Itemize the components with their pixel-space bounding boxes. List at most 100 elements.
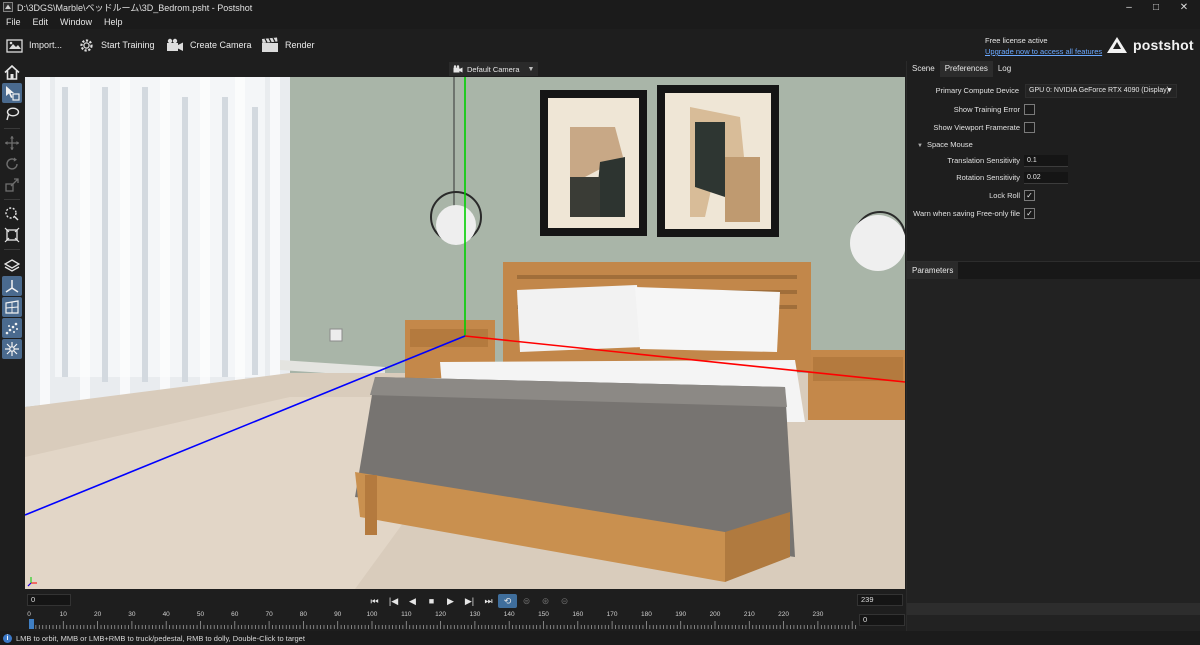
- lasso-tool[interactable]: [2, 104, 22, 124]
- warn-free-only-checkbox[interactable]: ✓: [1024, 208, 1035, 219]
- panel-scrollbar[interactable]: [907, 603, 1200, 615]
- tick-label: 90: [334, 611, 342, 618]
- tab-preferences[interactable]: Preferences: [939, 61, 993, 77]
- camera-path-button[interactable]: ⊛: [536, 594, 555, 608]
- axes-toggle[interactable]: [2, 276, 22, 296]
- tick-label: 140: [503, 611, 515, 618]
- primary-compute-value: GPU 0: NVIDIA GeForce RTX 4090 (Display): [1029, 87, 1169, 94]
- tick-label: 30: [128, 611, 136, 618]
- show-training-error-checkbox[interactable]: [1024, 104, 1035, 115]
- move-arrows-icon: [5, 136, 19, 150]
- camera-selector[interactable]: Default Camera ▼: [449, 62, 539, 76]
- rotate-tool[interactable]: [2, 154, 22, 174]
- timeline-ruler[interactable]: 0 10 20 30 40 50 60 70 80 90 100 110 120…: [27, 611, 859, 629]
- rotation-sensitivity-input[interactable]: 0.02: [1024, 172, 1068, 184]
- menu-edit[interactable]: Edit: [33, 17, 49, 27]
- main-toolbar: Import... Start Training Create Camera R…: [0, 29, 1200, 61]
- viewport-header: Default Camera ▼: [25, 61, 905, 77]
- translation-sensitivity-input[interactable]: 0.1: [1024, 155, 1068, 167]
- lock-roll-checkbox[interactable]: ✓: [1024, 190, 1035, 201]
- crop-box-tool[interactable]: [2, 225, 22, 245]
- next-frame-button[interactable]: ▶|: [460, 594, 479, 608]
- start-training-label: Start Training: [101, 40, 155, 50]
- play-reverse-button[interactable]: ◀: [403, 594, 422, 608]
- left-tool-strip: [0, 61, 25, 631]
- stop-button[interactable]: ■: [422, 594, 441, 608]
- scale-tool[interactable]: [2, 175, 22, 195]
- chevron-down-icon: ▼: [917, 143, 923, 149]
- tick-label: 180: [640, 611, 652, 618]
- lasso-icon: [6, 107, 20, 121]
- primary-compute-select[interactable]: GPU 0: NVIDIA GeForce RTX 4090 (Display)…: [1025, 84, 1177, 98]
- space-mouse-section[interactable]: ▼ Space Mouse: [907, 138, 1200, 152]
- play-button[interactable]: ▶: [441, 594, 460, 608]
- box-select-icon: [4, 227, 20, 243]
- import-label: Import...: [29, 40, 63, 50]
- home-icon: [4, 64, 20, 80]
- warn-free-only-row: Warn when saving Free-only file ✓: [907, 207, 1200, 221]
- camera-track-button[interactable]: ⊝: [555, 594, 574, 608]
- transport-controls: ⏮ |◀ ◀ ■ ▶ ▶| ⏭ ⟲ ⊜ ⊛ ⊝: [365, 594, 574, 608]
- end-frame-field[interactable]: 239: [857, 594, 903, 606]
- show-viewport-framerate-row: Show Viewport Framerate: [907, 121, 1200, 135]
- tick-label: 70: [265, 611, 273, 618]
- clapperboard-icon: [262, 37, 278, 52]
- 3d-viewport[interactable]: [25, 77, 905, 589]
- tab-log[interactable]: Log: [993, 61, 1016, 77]
- loop-toggle[interactable]: ⟲: [498, 594, 517, 608]
- minimize-button[interactable]: –: [1115, 0, 1143, 14]
- tick-label: 120: [435, 611, 447, 618]
- dotted-circle-select-icon: [5, 207, 19, 221]
- menu-file[interactable]: File: [6, 17, 21, 27]
- show-viewport-framerate-label: Show Viewport Framerate: [933, 123, 1020, 132]
- tick-label: 40: [162, 611, 170, 618]
- translation-sensitivity-row: Translation Sensitivity 0.1: [907, 154, 1200, 168]
- cursor-object-icon: [6, 86, 20, 101]
- close-button[interactable]: ✕: [1170, 0, 1198, 14]
- parameters-header: Parameters: [907, 261, 1200, 280]
- scale-icon: [5, 178, 19, 192]
- menu-help[interactable]: Help: [104, 17, 123, 27]
- timeline-playhead[interactable]: [29, 619, 34, 629]
- move-tool[interactable]: [2, 133, 22, 153]
- show-viewport-framerate-checkbox[interactable]: [1024, 122, 1035, 133]
- chevron-down-icon: ▼: [527, 65, 535, 73]
- upgrade-link[interactable]: Upgrade now to access all features: [985, 46, 1102, 57]
- create-camera-label: Create Camera: [190, 40, 252, 50]
- space-mouse-header: ▼ Space Mouse: [917, 138, 973, 153]
- tab-scene[interactable]: Scene: [907, 61, 940, 77]
- grid-toggle[interactable]: [2, 297, 22, 317]
- license-status: Free license active: [985, 36, 1048, 45]
- range-end-field[interactable]: 0: [859, 614, 905, 626]
- select-region-tool[interactable]: [2, 204, 22, 224]
- maximize-button[interactable]: □: [1142, 0, 1170, 14]
- grid-plane-icon: [5, 300, 19, 314]
- layers-tool[interactable]: [2, 255, 22, 275]
- previous-frame-button[interactable]: |◀: [384, 594, 403, 608]
- parameters-panel: [907, 279, 1200, 631]
- primary-compute-row: Primary Compute Device GPU 0: NVIDIA GeF…: [907, 84, 1200, 98]
- tick-label: 50: [196, 611, 205, 618]
- panel-tabs: Scene Preferences Log: [907, 61, 1016, 77]
- tick-label: 150: [538, 611, 549, 618]
- select-scene-tool[interactable]: [2, 83, 22, 103]
- brand-name: postshot: [1133, 37, 1194, 53]
- current-frame-field[interactable]: 0: [27, 594, 71, 606]
- lighting-toggle[interactable]: [2, 339, 22, 359]
- skip-to-end-button[interactable]: ⏭: [479, 594, 498, 608]
- tab-parameters[interactable]: Parameters: [907, 262, 959, 280]
- tick-label: 100: [366, 611, 378, 618]
- postshot-logo: postshot: [1106, 35, 1194, 55]
- start-training-button[interactable]: Start Training: [78, 35, 155, 55]
- axes-icon: [5, 280, 19, 293]
- home-tool[interactable]: [2, 62, 22, 82]
- warn-free-only-label: Warn when saving Free-only file: [913, 209, 1020, 218]
- render-button[interactable]: Render: [261, 35, 315, 55]
- skip-to-start-button[interactable]: ⏮: [365, 594, 384, 608]
- interpolate-camera-button[interactable]: ⊜: [517, 594, 536, 608]
- menu-window[interactable]: Window: [60, 17, 92, 27]
- create-camera-button[interactable]: Create Camera: [166, 35, 252, 55]
- tick-label: 130: [469, 611, 481, 618]
- splat-toggle[interactable]: [2, 318, 22, 338]
- import-button[interactable]: Import...: [6, 35, 62, 55]
